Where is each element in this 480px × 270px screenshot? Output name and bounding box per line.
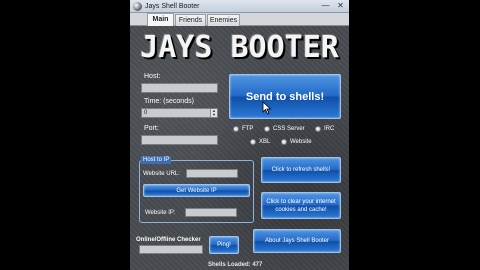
- website-url-label: Website URL:: [143, 171, 180, 177]
- status-text: Shells Loaded: 477: [208, 262, 263, 268]
- get-website-ip-button[interactable]: Get Website IP: [143, 184, 250, 197]
- tab-bar: Main Friends Enemies: [130, 13, 349, 27]
- time-label: Time: (seconds): [144, 98, 194, 105]
- spin-down-icon[interactable]: ▼: [211, 113, 217, 117]
- about-button[interactable]: About Jays Shell Booter: [253, 229, 341, 253]
- radio-ftp[interactable]: [233, 126, 239, 132]
- spin-buttons[interactable]: ▲ ▼: [210, 109, 217, 117]
- app-window: Jays Shell Booter — ✕ Main Friends Enemi…: [130, 0, 349, 270]
- host-label: Host:: [144, 73, 161, 80]
- clear-cookies-button[interactable]: Click to clear your internet cookies and…: [261, 192, 341, 219]
- send-to-shells-button[interactable]: Send to shells!: [229, 74, 341, 119]
- refresh-shells-button[interactable]: Click to refresh shells!: [261, 157, 341, 183]
- window-title: Jays Shell Booter: [145, 3, 200, 10]
- time-value: 0: [144, 110, 148, 116]
- radio-ftp-label: FTP: [242, 126, 254, 132]
- host-to-ip-title: Host to IP: [141, 156, 172, 164]
- radio-xbl-label: XBL: [259, 139, 271, 145]
- website-ip-label: Website IP:: [145, 210, 176, 216]
- radio-website-label: Website: [290, 139, 312, 145]
- radio-irc[interactable]: [315, 126, 321, 132]
- mouse-cursor-icon: [262, 101, 272, 115]
- checker-input[interactable]: [139, 245, 203, 254]
- tab-enemies[interactable]: Enemies: [207, 14, 240, 26]
- radio-website[interactable]: [281, 139, 287, 145]
- time-stepper[interactable]: 0 ▲ ▼: [141, 108, 218, 118]
- port-label: Port:: [144, 125, 159, 132]
- logo-text: JAYS BOOTER: [140, 30, 339, 65]
- radio-css-server-label: CSS Server: [273, 126, 305, 132]
- main-panel: JAYS BOOTER Host: Time: (seconds) 0 ▲ ▼ …: [130, 26, 349, 270]
- host-input[interactable]: [141, 83, 218, 93]
- website-url-input[interactable]: [186, 169, 238, 178]
- radio-xbl[interactable]: [250, 139, 256, 145]
- close-button[interactable]: ✕: [334, 1, 347, 11]
- online-offline-checker-label: Online/Offline Checker: [136, 237, 201, 243]
- tab-friends[interactable]: Friends: [175, 14, 206, 26]
- radio-css-server[interactable]: [264, 126, 270, 132]
- app-icon: [133, 2, 142, 11]
- logo: JAYS BOOTER: [134, 30, 345, 66]
- ping-button[interactable]: Ping!: [209, 236, 239, 254]
- stage: Jays Shell Booter — ✕ Main Friends Enemi…: [0, 0, 480, 270]
- tab-main[interactable]: Main: [147, 13, 174, 27]
- title-bar[interactable]: Jays Shell Booter — ✕: [130, 0, 349, 13]
- minimize-button[interactable]: —: [319, 1, 332, 11]
- radio-irc-label: IRC: [324, 126, 335, 132]
- website-ip-output[interactable]: [185, 208, 237, 217]
- port-input[interactable]: [141, 135, 218, 145]
